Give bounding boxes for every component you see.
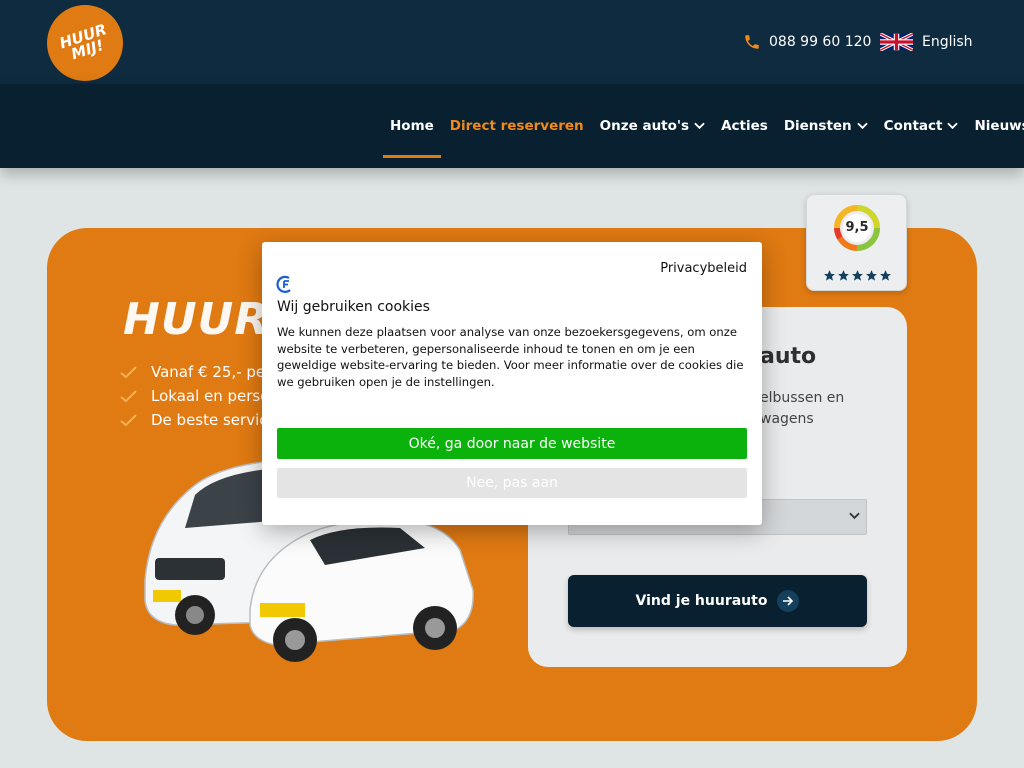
cookiefirst-logo-icon (276, 275, 291, 293)
nav-item-diensten[interactable]: Diensten (776, 84, 876, 168)
nav-item-home[interactable]: Home (382, 84, 442, 168)
nav-item-contact[interactable]: Contact (876, 84, 967, 168)
star-icon (851, 267, 864, 286)
search-card-description: elbussen en wagens (760, 388, 880, 430)
main-nav: Home Direct reserveren Onze auto's Acties Di… (382, 84, 1024, 168)
usp-item: De beste servic (120, 408, 271, 432)
star-icon (879, 267, 892, 286)
cookie-modal-text: We kunnen deze plaatsen voor analyse van… (277, 325, 744, 389)
uk-flag-icon (880, 33, 913, 51)
nav-item-label: Contact (883, 118, 943, 134)
nav-item-label: Acties (721, 118, 768, 134)
customize-cookies-button[interactable]: Nee, pas aan (277, 468, 747, 498)
star-icon (837, 267, 850, 286)
nav-item-label: Home (390, 118, 434, 134)
accept-cookies-button[interactable]: Oké, ga door naar de website (277, 428, 747, 459)
phone-icon (745, 35, 759, 49)
chevron-down-icon (947, 122, 959, 130)
phone-number: 088 99 60 120 (769, 34, 872, 50)
language-switch[interactable]: English (880, 33, 973, 51)
chevron-down-icon (694, 122, 705, 130)
check-icon (120, 413, 137, 426)
usp-item: Lokaal en perso (120, 384, 271, 408)
phone-link[interactable]: 088 99 60 120 (743, 33, 871, 51)
nav-item-acties[interactable]: Acties (713, 84, 776, 168)
search-card-title: auto (760, 344, 817, 369)
privacy-policy-link[interactable]: Privacybeleid (660, 261, 747, 276)
usp-item: Vanaf € 25,- per (120, 360, 271, 384)
find-car-button[interactable]: Vind je huurauto (568, 575, 867, 627)
language-label: English (922, 34, 973, 50)
usp-list: Vanaf € 25,- per Lokaal en perso De beste … (120, 360, 271, 432)
arrow-right-icon (777, 590, 800, 612)
top-bar: HUUR MIJ! 088 99 60 120 English (0, 0, 1024, 84)
usp-text: Vanaf € 25,- per (151, 363, 272, 381)
cookie-consent-modal: Privacybeleid Wij gebruiken cookies We k… (262, 242, 762, 525)
star-icon (823, 267, 836, 286)
logo-text: HUUR MIJ! (57, 20, 109, 64)
usp-text: Lokaal en perso (151, 387, 270, 405)
rating-score: 9,5 (845, 220, 869, 235)
nav-item-label: Nieuws (974, 118, 1024, 134)
nav-item-nieuws[interactable]: Nieuws (966, 84, 1024, 168)
nav-item-label: Diensten (783, 118, 852, 134)
search-card-desc-line1: elbussen en (760, 390, 845, 406)
check-icon (120, 389, 137, 402)
hero-title: HUUR (123, 294, 270, 345)
rating-widget[interactable]: 9,5 (806, 194, 907, 291)
usp-text: De beste servic (151, 411, 268, 429)
main-navbar: Home Direct reserveren Onze auto's Acties Di… (0, 84, 1024, 168)
nav-item-direct-reserveren[interactable]: Direct reserveren (442, 84, 592, 168)
chevron-down-icon (856, 122, 868, 130)
chevron-down-icon (849, 512, 860, 520)
find-car-label: Vind je huurauto (635, 593, 768, 609)
check-icon (120, 365, 137, 378)
search-card-desc-line2: wagens (760, 411, 814, 427)
star-icon (865, 267, 878, 286)
rating-stars (823, 267, 892, 286)
nav-item-label: Direct reserveren (449, 118, 584, 134)
nav-item-onze-auto-s[interactable]: Onze auto's (592, 84, 713, 168)
nav-item-label: Onze auto's (599, 118, 690, 134)
site-logo[interactable]: HUUR MIJ! (47, 5, 123, 81)
cookie-modal-title: Wij gebruiken cookies (277, 299, 430, 315)
